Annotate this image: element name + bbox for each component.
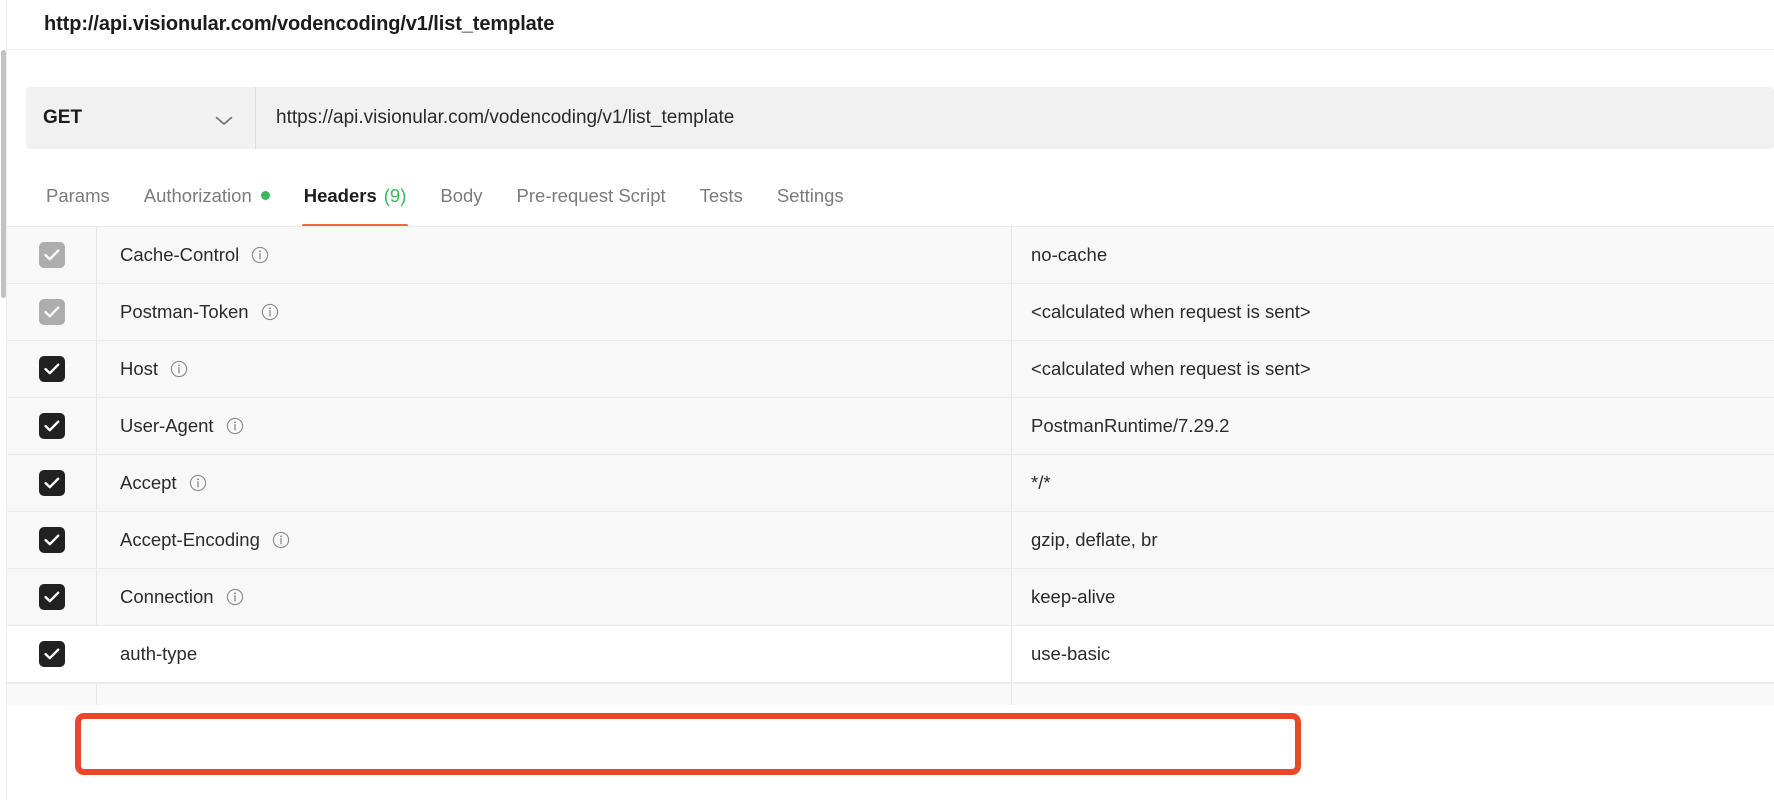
table-row[interactable]: Cache-Control no-cache [7,226,1774,284]
left-scrollbar-thumb[interactable] [1,50,6,298]
table-row[interactable]: Accept */* [7,454,1774,512]
header-value-cell[interactable]: <calculated when request is sent> [1012,284,1774,340]
info-icon[interactable] [261,303,279,321]
header-value-cell[interactable]: use-basic [1012,626,1774,682]
header-key-text: auth-type [120,643,197,665]
header-value-cell[interactable]: no-cache [1012,227,1774,283]
header-enabled-checkbox[interactable] [39,299,65,325]
header-key-cell[interactable]: Host [97,341,1012,397]
table-row[interactable]: User-Agent PostmanRuntime/7.29.2 [7,397,1774,455]
tab-count-badge: (9) [384,185,407,207]
header-value-text: keep-alive [1031,586,1115,608]
info-icon[interactable] [189,474,207,492]
left-scrollbar-track [0,0,7,800]
request-tabs: Params Authorization Headers (9) Body Pre… [7,164,1774,227]
tab-settings[interactable]: Settings [760,164,861,227]
header-key-cell[interactable]: Connection [97,569,1012,625]
header-enabled-checkbox[interactable] [39,242,65,268]
header-value-cell[interactable]: <calculated when request is sent> [1012,341,1774,397]
header-key-cell[interactable]: Accept [97,455,1012,511]
page-title: http://api.visionular.com/vodencoding/v1… [44,13,554,36]
header-key-text: Host [120,358,158,380]
header-enabled-checkbox[interactable] [39,413,65,439]
header-key-text: Connection [120,586,214,608]
info-icon[interactable] [251,246,269,264]
header-enabled-cell [7,455,97,511]
http-method-label: GET [43,107,82,129]
header-enabled-cell [7,227,97,283]
info-icon[interactable] [226,588,244,606]
header-enabled-checkbox[interactable] [39,641,65,667]
table-row[interactable]: Accept-Encoding gzip, deflate, br [7,511,1774,569]
header-enabled-cell [7,626,97,682]
header-key-text: Postman-Token [120,301,249,323]
tab-headers[interactable]: Headers (9) [287,164,424,227]
header-value-cell[interactable]: PostmanRuntime/7.29.2 [1012,398,1774,454]
header-value-text: gzip, deflate, br [1031,529,1158,551]
tab-label: Body [440,185,482,207]
info-icon[interactable] [226,417,244,435]
header-enabled-checkbox[interactable] [39,527,65,553]
tab-label: Headers [304,185,377,207]
tab-tests[interactable]: Tests [683,164,760,227]
tab-label: Settings [777,185,844,207]
header-value-text: no-cache [1031,244,1107,266]
table-row[interactable]: Host <calculated when request is sent> [7,340,1774,398]
header-key-text: Accept [120,472,177,494]
header-enabled-checkbox[interactable] [39,470,65,496]
header-key-cell[interactable]: Cache-Control [97,227,1012,283]
header-enabled-cell [7,284,97,340]
header-key-cell[interactable] [97,684,1012,705]
header-enabled-cell [7,569,97,625]
header-value-text: use-basic [1031,643,1110,665]
header-key-text: Cache-Control [120,244,239,266]
header-key-cell[interactable]: auth-type [97,626,1012,682]
header-value-cell[interactable] [1012,684,1774,705]
info-icon[interactable] [272,531,290,549]
header-value-text: <calculated when request is sent> [1031,301,1311,323]
header-value-text: */* [1031,472,1051,494]
header-enabled-checkbox[interactable] [39,584,65,610]
header-key-cell[interactable]: User-Agent [97,398,1012,454]
annotation-rectangle [75,713,1301,775]
http-method-select[interactable]: GET [26,87,256,149]
header-value-text: PostmanRuntime/7.29.2 [1031,415,1229,437]
tab-label: Authorization [144,185,252,207]
header-value-cell[interactable]: */* [1012,455,1774,511]
postman-request-pane: http://api.visionular.com/vodencoding/v1… [0,0,1774,800]
header-value-cell[interactable]: keep-alive [1012,569,1774,625]
info-icon[interactable] [170,360,188,378]
header-key-text: Accept-Encoding [120,529,260,551]
tab-authorization[interactable]: Authorization [127,164,287,227]
headers-table: Cache-Control no-cache Postman-Token <calcu… [7,227,1774,705]
header-value-cell[interactable]: gzip, deflate, br [1012,512,1774,568]
request-title-bar: http://api.visionular.com/vodencoding/v1… [7,0,1774,50]
header-enabled-cell [7,512,97,568]
tab-pre-request-script[interactable]: Pre-request Script [500,164,683,227]
request-url-input[interactable] [256,87,1774,149]
tab-label: Pre-request Script [517,185,666,207]
tab-body[interactable]: Body [423,164,499,227]
header-key-cell[interactable]: Postman-Token [97,284,1012,340]
header-value-text: <calculated when request is sent> [1031,358,1311,380]
header-enabled-cell [7,341,97,397]
url-bar: GET [26,87,1774,149]
table-row[interactable]: auth-type use-basic [7,625,1774,683]
tab-label: Tests [700,185,743,207]
tab-label: Params [46,185,110,207]
table-row[interactable]: Postman-Token <calculated when request is… [7,283,1774,341]
status-dot-icon [261,191,270,200]
header-key-cell[interactable]: Accept-Encoding [97,512,1012,568]
header-enabled-checkbox[interactable] [39,356,65,382]
header-enabled-cell [7,684,97,705]
header-enabled-cell [7,398,97,454]
chevron-down-icon [215,113,233,123]
table-row-empty[interactable] [7,683,1774,705]
tab-params[interactable]: Params [29,164,127,227]
header-key-text: User-Agent [120,415,214,437]
table-row[interactable]: Connection keep-alive [7,568,1774,626]
